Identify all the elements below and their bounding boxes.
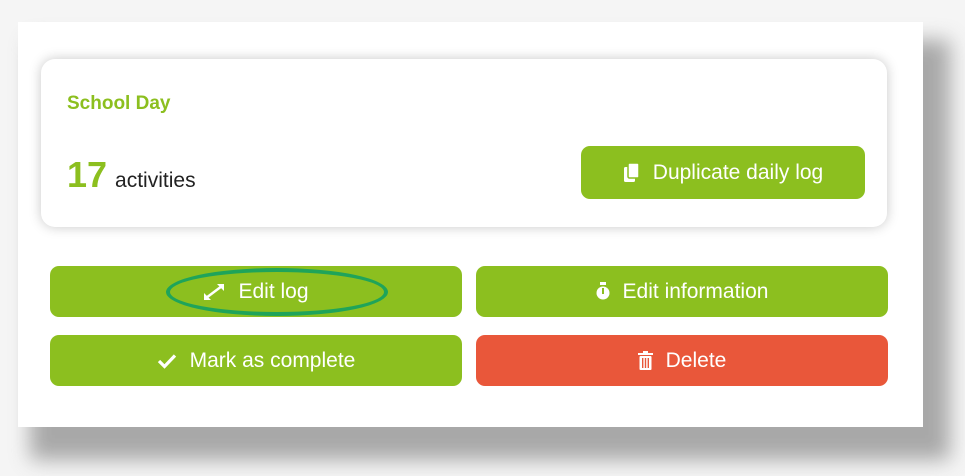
edit-log-button[interactable]: Edit log xyxy=(50,266,462,317)
checkmark-icon xyxy=(157,353,177,369)
edit-log-label: Edit log xyxy=(238,279,309,303)
log-title: School Day xyxy=(67,93,171,114)
expand-arrows-icon xyxy=(203,283,225,301)
duplicate-daily-log-label: Duplicate daily log xyxy=(652,160,824,184)
mark-as-complete-label: Mark as complete xyxy=(189,348,356,372)
delete-button[interactable]: Delete xyxy=(476,335,888,386)
trash-icon xyxy=(637,351,653,370)
activity-count-number: 17 xyxy=(67,154,108,195)
copy-icon xyxy=(623,162,641,183)
edit-information-button[interactable]: Edit information xyxy=(476,266,888,317)
activity-count-label: activities xyxy=(115,169,196,192)
mark-as-complete-button[interactable]: Mark as complete xyxy=(50,335,462,386)
edit-information-label: Edit information xyxy=(622,279,769,303)
activity-count: 17 activities xyxy=(67,157,196,193)
delete-label: Delete xyxy=(665,348,727,372)
daily-log-panel: School Day 17 activities Duplicate daily… xyxy=(18,22,923,427)
daily-log-card: School Day 17 activities Duplicate daily… xyxy=(41,59,887,227)
duplicate-daily-log-button[interactable]: Duplicate daily log xyxy=(581,146,865,199)
stopwatch-icon xyxy=(596,281,610,302)
